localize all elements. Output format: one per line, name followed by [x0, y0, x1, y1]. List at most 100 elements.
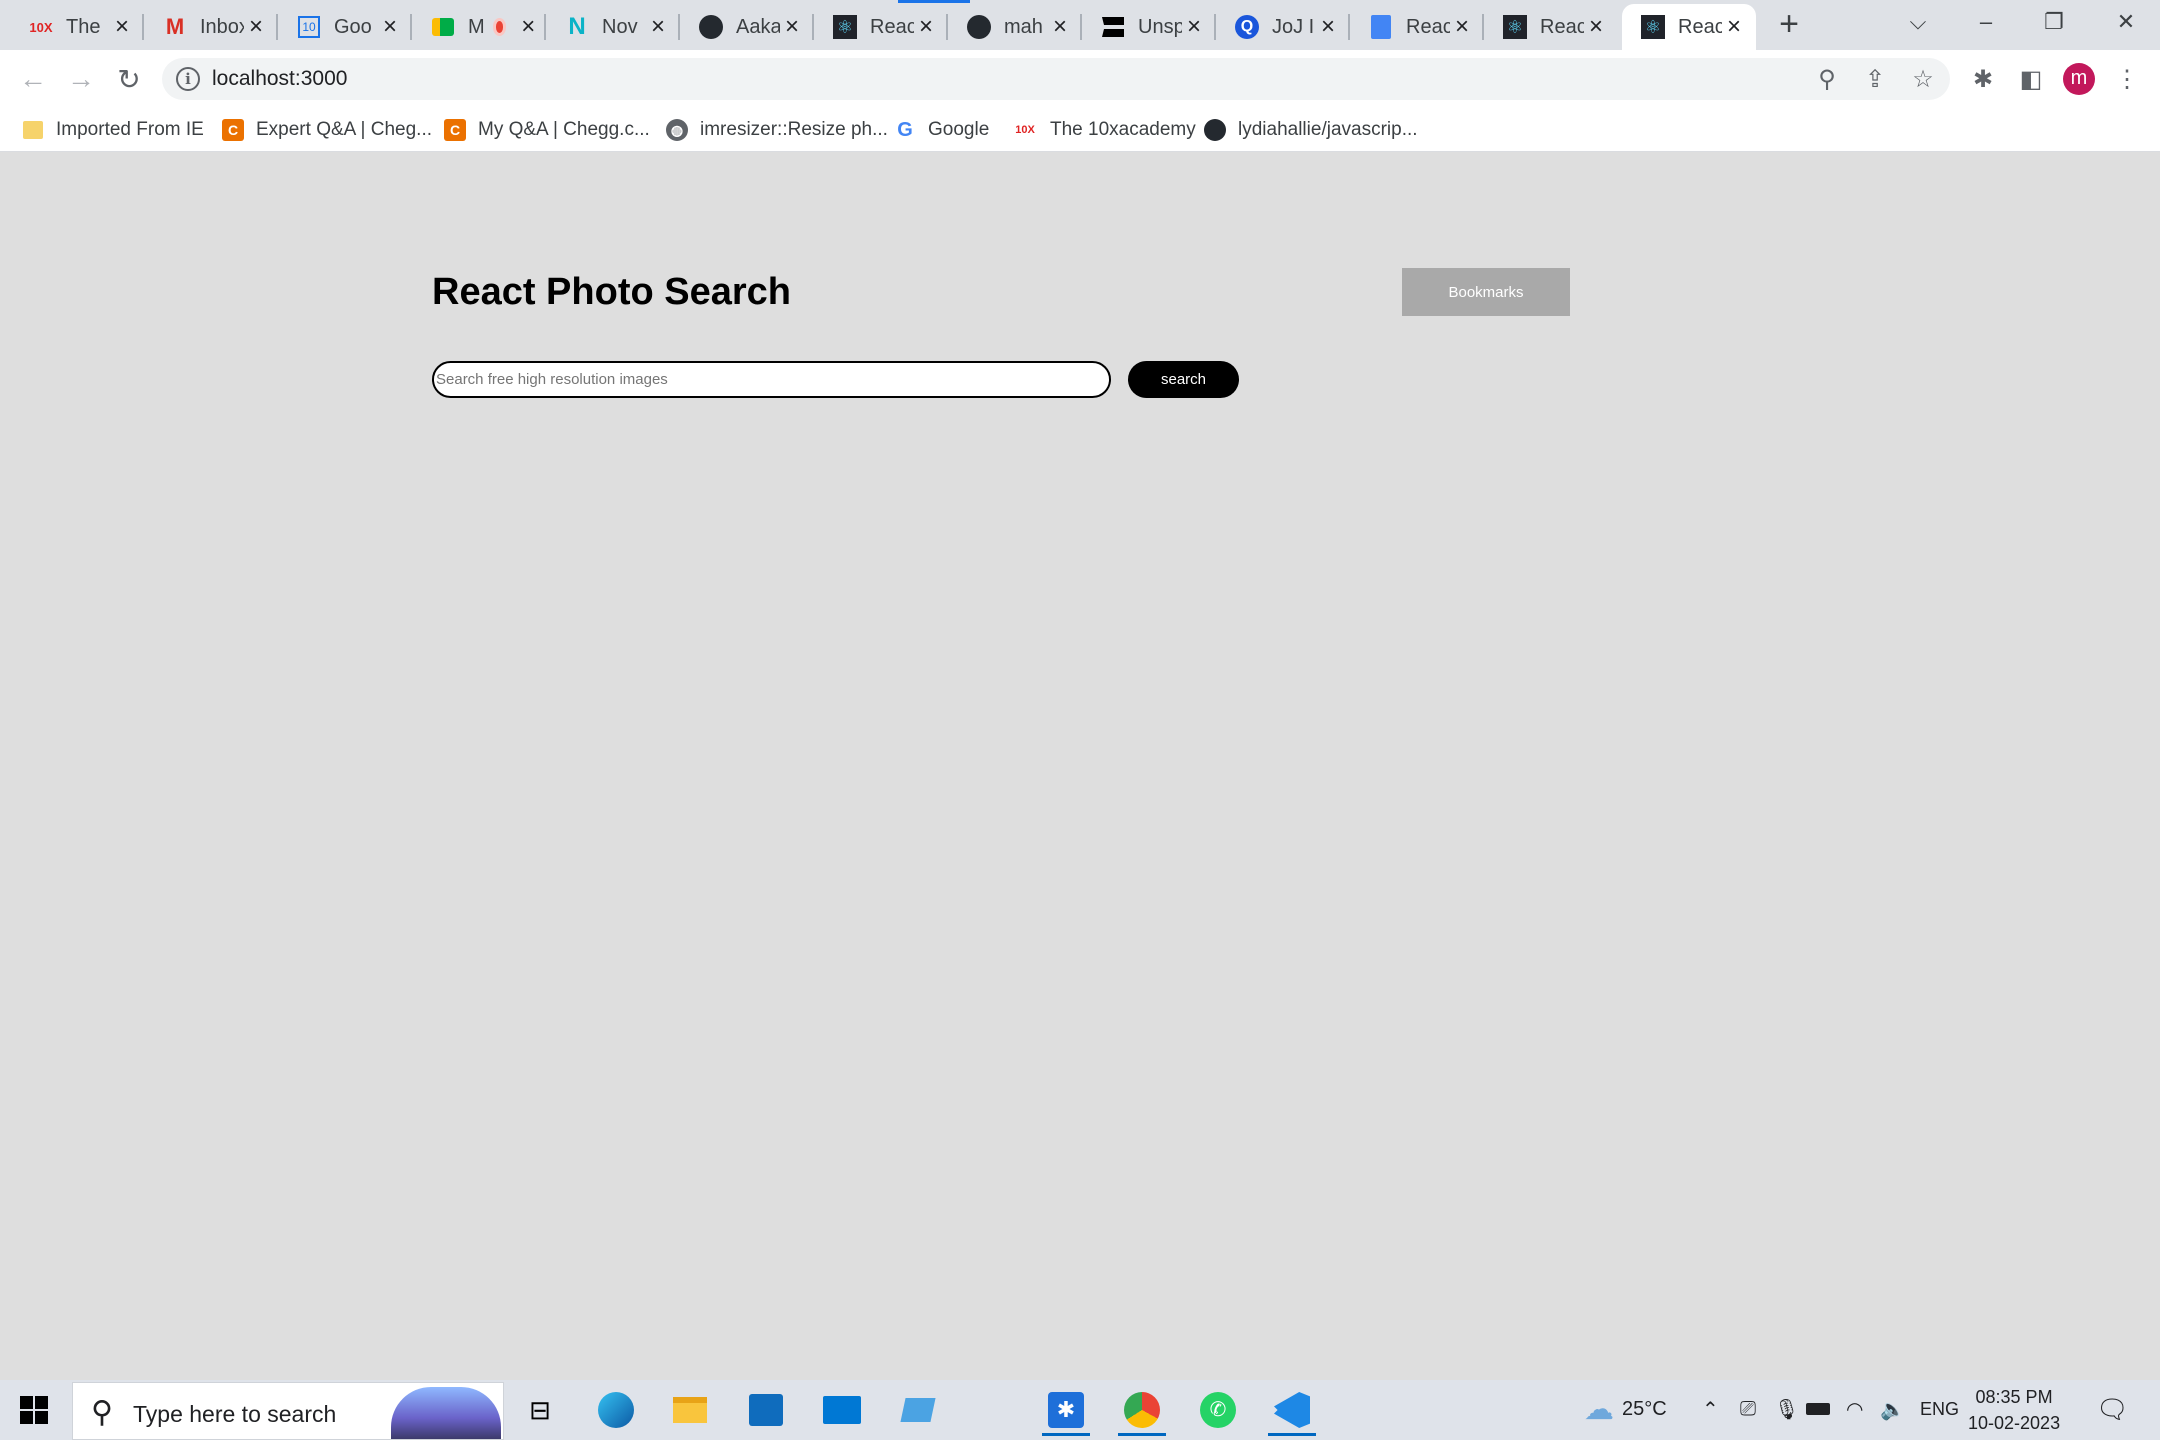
microsoft-store-icon[interactable]: [738, 1384, 794, 1436]
close-tab-icon[interactable]: ×: [378, 13, 402, 40]
google-meet-icon: [430, 14, 456, 40]
close-tab-icon[interactable]: ×: [520, 13, 536, 40]
show-hidden-icons-chevron-icon[interactable]: ⌃: [1702, 1392, 1719, 1426]
side-panel-icon[interactable]: ◧: [2014, 62, 2048, 96]
quora-icon: Q: [1234, 14, 1260, 40]
taskbar-clock[interactable]: 08:35 PM 10-02-2023: [1968, 1384, 2060, 1436]
react-icon: ⚛: [1502, 14, 1528, 40]
notifications-icon[interactable]: 🗨: [2096, 1392, 2129, 1426]
restore-button[interactable]: ❐: [2020, 0, 2088, 44]
github-icon: [1204, 119, 1226, 141]
react-icon: ⚛: [1640, 14, 1666, 40]
close-window-button[interactable]: ✕: [2092, 0, 2160, 44]
share-icon[interactable]: ⇪: [1858, 62, 1892, 96]
browser-tab[interactable]: ⚛ Reac ×: [814, 4, 948, 50]
task-view-icon[interactable]: ⊟: [512, 1384, 568, 1436]
bookmark-item[interactable]: ◍ imresizer::Resize ph...: [666, 116, 888, 144]
whatsapp-icon[interactable]: ✆: [1190, 1384, 1246, 1436]
minimize-button[interactable]: –: [1952, 0, 2020, 44]
recording-icon: [492, 18, 507, 36]
close-tab-icon[interactable]: ×: [914, 13, 938, 40]
bookmarks-bar: Imported From IE C Expert Q&A | Cheg... …: [0, 108, 2160, 152]
bookmark-item[interactable]: C Expert Q&A | Cheg...: [222, 116, 432, 144]
battery-icon[interactable]: [1806, 1392, 1830, 1426]
browser-tab[interactable]: 10X The ×: [10, 4, 144, 50]
vscode-icon[interactable]: [1264, 1384, 1320, 1436]
bookmark-item[interactable]: 10X The 10xacademy: [1012, 116, 1196, 144]
mail-icon[interactable]: [814, 1384, 870, 1436]
close-tab-icon[interactable]: ×: [244, 13, 268, 40]
close-tab-icon[interactable]: ×: [1584, 13, 1608, 40]
weather-widget[interactable]: ☁ 25°C: [1584, 1392, 1667, 1426]
browser-tab[interactable]: Unsp ×: [1082, 4, 1216, 50]
browser-toolbar: ← → ↻ i localhost:3000 ⚲ ⇪ ☆ ✱ ◧ m ⋮: [0, 50, 2160, 108]
volume-icon[interactable]: 🔈: [1880, 1392, 1905, 1426]
bookmark-item[interactable]: lydiahallie/javascrip...: [1204, 116, 1418, 144]
back-arrow-icon[interactable]: ←: [14, 60, 52, 98]
github-icon: [966, 14, 992, 40]
edge-browser-icon[interactable]: [588, 1384, 644, 1436]
search-icon: ⚲: [91, 1396, 113, 1429]
10x-logo-icon: 10X: [29, 19, 53, 35]
browser-tab[interactable]: mah ×: [948, 4, 1082, 50]
close-tab-icon[interactable]: ×: [780, 13, 804, 40]
bookmarks-button[interactable]: Bookmarks: [1402, 268, 1570, 316]
taskbar-search-box[interactable]: ⚲ Type here to search: [72, 1382, 504, 1440]
browser-tab[interactable]: M ×: [412, 4, 546, 50]
profile-avatar[interactable]: m: [2063, 63, 2095, 95]
browser-tab[interactable]: N Nov ×: [546, 4, 680, 50]
tab-strip: 10X The × M Inbox × 10 Goo × M × N Nov ×…: [0, 0, 2160, 50]
react-icon: ⚛: [832, 14, 858, 40]
address-bar[interactable]: i localhost:3000 ⚲ ⇪ ☆: [162, 58, 1950, 100]
search-button[interactable]: search: [1128, 361, 1239, 398]
browser-tab[interactable]: 10 Goo ×: [278, 4, 412, 50]
browser-tab-active[interactable]: ⚛ Reac ×: [1622, 4, 1756, 50]
url-text[interactable]: localhost:3000: [212, 67, 347, 91]
chegg-icon: C: [222, 119, 244, 141]
close-tab-icon[interactable]: ×: [646, 13, 670, 40]
bookmark-item[interactable]: Imported From IE: [22, 116, 204, 144]
browser-tab[interactable]: Q JoJ I ×: [1216, 4, 1350, 50]
search-input[interactable]: [432, 361, 1111, 398]
extensions-puzzle-icon[interactable]: ✱: [1966, 62, 2000, 96]
close-tab-icon[interactable]: ×: [1316, 13, 1340, 40]
meet-now-icon[interactable]: ⎚: [1740, 1392, 1756, 1426]
browser-tab[interactable]: Aaka ×: [680, 4, 814, 50]
bookmark-item[interactable]: G Google: [894, 116, 989, 144]
slack-icon[interactable]: ✱: [1038, 1384, 1094, 1436]
close-tab-icon[interactable]: ×: [1182, 13, 1206, 40]
forward-arrow-icon[interactable]: →: [62, 60, 100, 98]
windows-start-icon[interactable]: [20, 1396, 48, 1424]
google-calendar-icon: 10: [296, 14, 322, 40]
bookmark-item[interactable]: C My Q&A | Chegg.c...: [444, 116, 650, 144]
novu-icon: N: [568, 13, 586, 40]
globe-icon: ◍: [666, 119, 688, 141]
site-info-icon[interactable]: i: [176, 67, 200, 91]
folder-icon: [22, 119, 44, 141]
remote-desktop-icon[interactable]: [890, 1384, 946, 1436]
bookmark-star-icon[interactable]: ☆: [1906, 62, 1940, 96]
app-title: React Photo Search: [432, 271, 791, 313]
microphone-icon[interactable]: 🎙: [1774, 1392, 1799, 1426]
chegg-icon: C: [444, 119, 466, 141]
language-indicator[interactable]: ENG: [1920, 1392, 1959, 1426]
file-explorer-icon[interactable]: [662, 1384, 718, 1436]
chrome-icon[interactable]: [1114, 1384, 1170, 1436]
reload-icon[interactable]: ↻: [110, 60, 148, 98]
close-tab-icon[interactable]: ×: [1722, 13, 1746, 40]
close-tab-icon[interactable]: ×: [1048, 13, 1072, 40]
tab-search-chevron-icon[interactable]: ⌵: [1884, 0, 1952, 44]
browser-menu-icon[interactable]: ⋮: [2110, 62, 2144, 96]
browser-tab[interactable]: ⚛ Reac ×: [1484, 4, 1618, 50]
browser-tab[interactable]: Reac ×: [1350, 4, 1484, 50]
page-content: React Photo Search Bookmarks search: [0, 153, 2160, 1380]
google-icon: G: [897, 118, 913, 141]
unsplash-icon: [1100, 14, 1126, 40]
close-tab-icon[interactable]: ×: [1450, 13, 1474, 40]
zoom-out-icon[interactable]: ⚲: [1810, 62, 1844, 96]
close-tab-icon[interactable]: ×: [110, 13, 134, 40]
weather-cloud-sun-icon: ☁: [1584, 1392, 1614, 1426]
new-tab-button[interactable]: +: [1772, 7, 1806, 42]
browser-tab[interactable]: M Inbox ×: [144, 4, 278, 50]
wifi-icon[interactable]: ◠: [1846, 1392, 1863, 1426]
